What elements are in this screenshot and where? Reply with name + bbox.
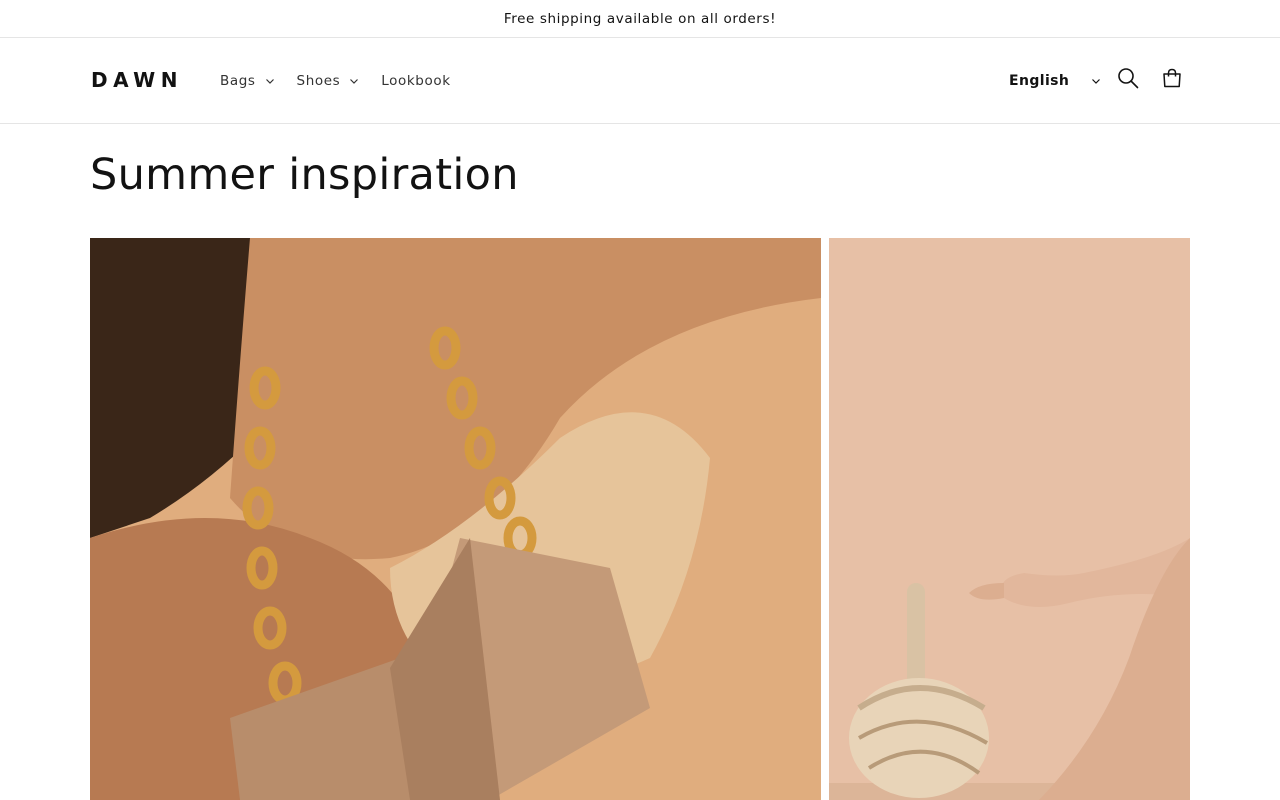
nav-item-label: Lookbook (381, 73, 451, 89)
cart-icon (1161, 67, 1183, 93)
announcement-bar: Free shipping available on all orders! (0, 0, 1280, 38)
nav-item-lookbook[interactable]: Lookbook (381, 71, 450, 91)
page-title: Summer inspiration (90, 150, 519, 200)
chevron-down-icon (349, 76, 359, 86)
announcement-text: Free shipping available on all orders! (503, 10, 777, 27)
chevron-down-icon (265, 76, 275, 86)
site-header: DAWN Bags Shoes Lookbook English (0, 38, 1280, 124)
cart-button[interactable] (1160, 68, 1184, 92)
chevron-down-icon (1091, 76, 1101, 86)
search-icon (1117, 67, 1139, 93)
language-label: English (1009, 73, 1070, 89)
main-nav: Bags Shoes Lookbook (220, 71, 473, 91)
language-selector[interactable]: English (1009, 71, 1101, 91)
nav-item-bags[interactable]: Bags (220, 71, 275, 91)
lookbook-image-chain-bag[interactable] (90, 238, 821, 800)
nav-item-label: Shoes (296, 73, 341, 89)
lookbook-image-bucket-bag[interactable] (829, 238, 1190, 800)
nav-item-shoes[interactable]: Shoes (297, 71, 360, 91)
nav-item-label: Bags (220, 73, 256, 89)
search-button[interactable] (1116, 68, 1140, 92)
store-logo[interactable]: DAWN (91, 68, 183, 92)
